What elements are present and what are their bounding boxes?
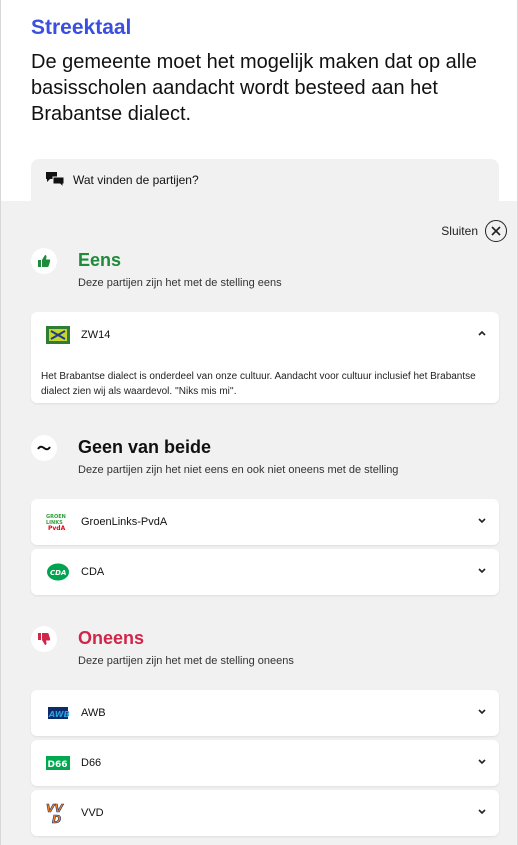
- party-name: ZW14: [81, 329, 111, 341]
- d66-logo-icon: D66: [46, 756, 70, 770]
- chat-bubbles-icon: [46, 172, 65, 187]
- parties-panel: Sluiten Eens Deze partijen zijn het met …: [1, 201, 517, 845]
- close-button[interactable]: Sluiten: [441, 220, 507, 242]
- party-card-zw14[interactable]: ZW14 Het Brabantse dialect is onderdeel …: [31, 312, 499, 403]
- statement-text: De gemeente moet het mogelijk maken dat …: [31, 51, 477, 125]
- thumbs-down-icon: [31, 626, 57, 652]
- party-name: GroenLinks-PvdA: [81, 516, 168, 528]
- party-name: AWB: [81, 707, 106, 719]
- chevron-down-icon: [478, 809, 486, 815]
- chevron-down-icon: [478, 759, 486, 765]
- close-circle-icon: [485, 220, 507, 242]
- chevron-down-icon: [478, 709, 486, 715]
- chevron-down-icon: [478, 518, 486, 524]
- party-card-d66[interactable]: D66 D66: [31, 740, 499, 786]
- party-name: D66: [81, 757, 102, 769]
- svg-text:D66: D66: [48, 760, 68, 770]
- svg-text:CDA: CDA: [50, 569, 66, 577]
- party-card-vvd[interactable]: VV D VVD: [31, 790, 499, 836]
- tab-label: Wat vinden de partijen?: [73, 173, 199, 187]
- groenlinks-pvda-logo-icon: GROEN LINKS PvdA: [46, 514, 66, 531]
- party-name: CDA: [81, 566, 105, 578]
- page-title: Streektaal: [31, 16, 132, 39]
- tilde-icon: [31, 435, 57, 461]
- section-subtitle: Deze partijen zijn het met de stelling o…: [78, 655, 294, 667]
- chevron-down-icon: [478, 568, 486, 574]
- section-subtitle: Deze partijen zijn het met de stelling e…: [78, 277, 282, 289]
- party-card-groenlinks-pvda[interactable]: GROEN LINKS PvdA GroenLinks-PvdA: [31, 499, 499, 545]
- party-opinion-text: Het Brabantse dialect is onderdeel van o…: [41, 371, 476, 397]
- svg-text:D: D: [52, 813, 61, 824]
- party-name: VVD: [81, 807, 104, 819]
- chevron-up-icon: [478, 330, 486, 336]
- cda-logo-icon: CDA: [47, 563, 69, 581]
- awb-logo-icon: AWB: [48, 707, 70, 719]
- zw14-logo-icon: [46, 326, 70, 344]
- close-label: Sluiten: [441, 224, 478, 238]
- section-title: Eens: [78, 250, 122, 270]
- thumbs-up-icon: [31, 248, 57, 274]
- party-card-cda[interactable]: CDA CDA: [31, 549, 499, 595]
- party-card-awb[interactable]: AWB AWB: [31, 690, 499, 736]
- section-title: Oneens: [78, 628, 145, 648]
- section-subtitle: Deze partijen zijn het niet eens en ook …: [78, 464, 399, 476]
- section-title: Geen van beide: [78, 437, 212, 457]
- tab-wat-vinden-de-partijen[interactable]: Wat vinden de partijen?: [31, 159, 499, 201]
- svg-text:AWB: AWB: [48, 710, 70, 719]
- svg-text:PvdA: PvdA: [48, 525, 66, 531]
- vvd-logo-icon: VV D: [46, 802, 65, 824]
